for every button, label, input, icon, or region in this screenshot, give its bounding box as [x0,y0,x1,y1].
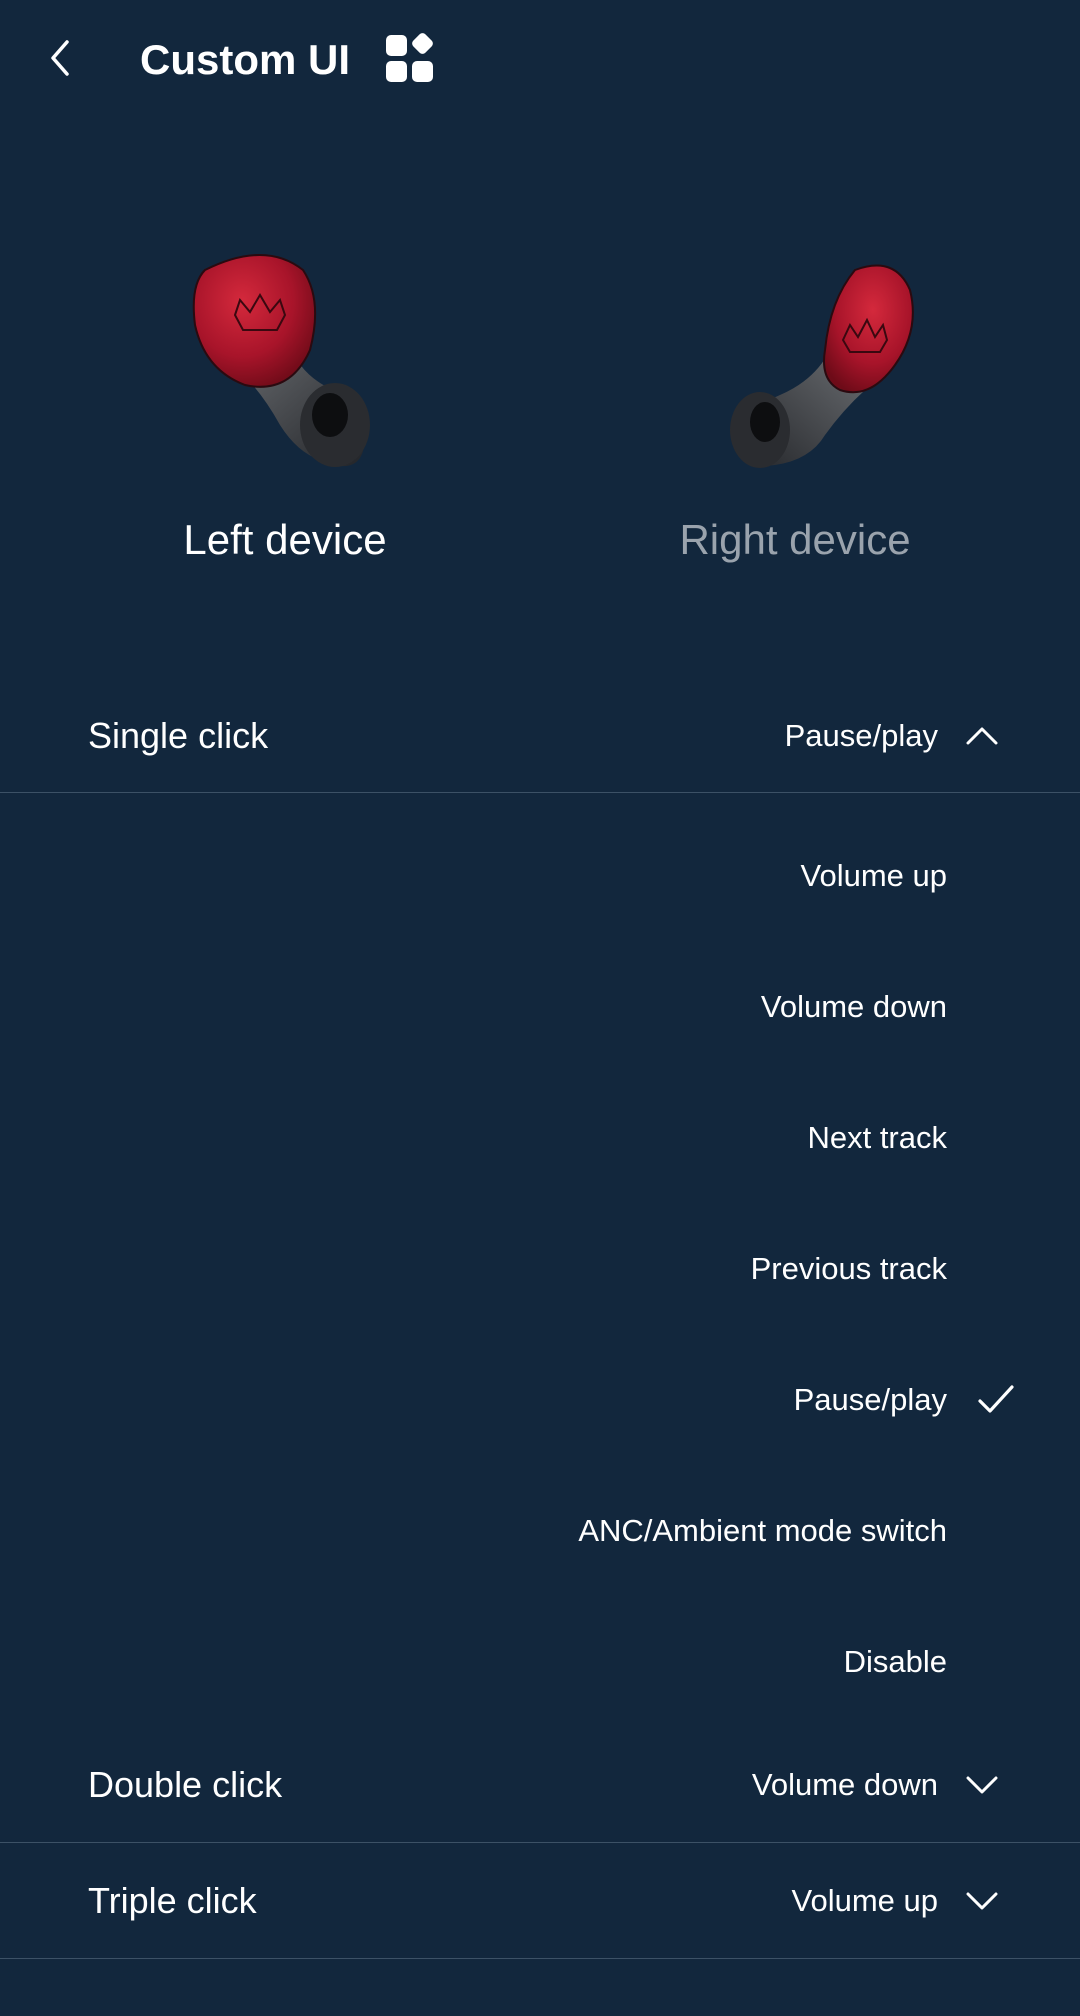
option-label: Volume up [800,858,948,893]
triple-click-value: Volume up [791,1883,939,1918]
divider [0,1842,1080,1843]
app-header: Custom UI [0,0,1080,120]
chevron-left-icon [51,40,69,76]
option-label: Volume down [760,989,947,1024]
left-device-label: Left device [183,516,387,563]
checkmark-icon [978,1385,1014,1413]
widgets-button[interactable] [384,32,436,84]
option-next-track[interactable]: Next track [0,1088,1080,1188]
back-button[interactable] [30,28,90,88]
divider [0,792,1080,793]
page-title: Custom UI [140,36,350,83]
divider [0,1958,1080,1959]
widgets-icon [386,33,433,82]
option-label: Previous track [750,1251,947,1286]
right-earbud-image [730,264,914,468]
double-click-label: Double click [88,1764,283,1805]
double-click-row[interactable]: Double click Volume down [0,1761,1080,1821]
option-anc-ambient-switch[interactable]: ANC/Ambient mode switch [0,1481,1080,1581]
single-click-row[interactable]: Single click Pause/play [0,712,1080,772]
option-previous-track[interactable]: Previous track [0,1219,1080,1319]
option-label: ANC/Ambient mode switch [578,1513,947,1548]
option-label: Pause/play [793,1382,947,1417]
chevron-up-icon [964,712,1000,760]
right-device-label: Right device [679,516,911,563]
triple-click-row[interactable]: Triple click Volume up [0,1877,1080,1937]
right-device-selector[interactable]: Right device [575,230,1015,590]
option-label: Disable [843,1644,947,1679]
option-volume-up[interactable]: Volume up [0,826,1080,926]
double-click-value: Volume down [751,1767,938,1802]
option-label: Next track [807,1120,947,1155]
option-volume-down[interactable]: Volume down [0,957,1080,1057]
single-click-label: Single click [88,715,269,756]
option-disable[interactable]: Disable [0,1612,1080,1712]
left-device-selector[interactable]: Left device [65,230,505,590]
chevron-down-icon [964,1877,1000,1925]
chevron-down-icon [964,1761,1000,1809]
option-pause-play[interactable]: Pause/play [0,1350,1080,1450]
left-earbud-image [192,254,370,467]
single-click-value: Pause/play [784,718,938,753]
triple-click-label: Triple click [88,1880,257,1921]
